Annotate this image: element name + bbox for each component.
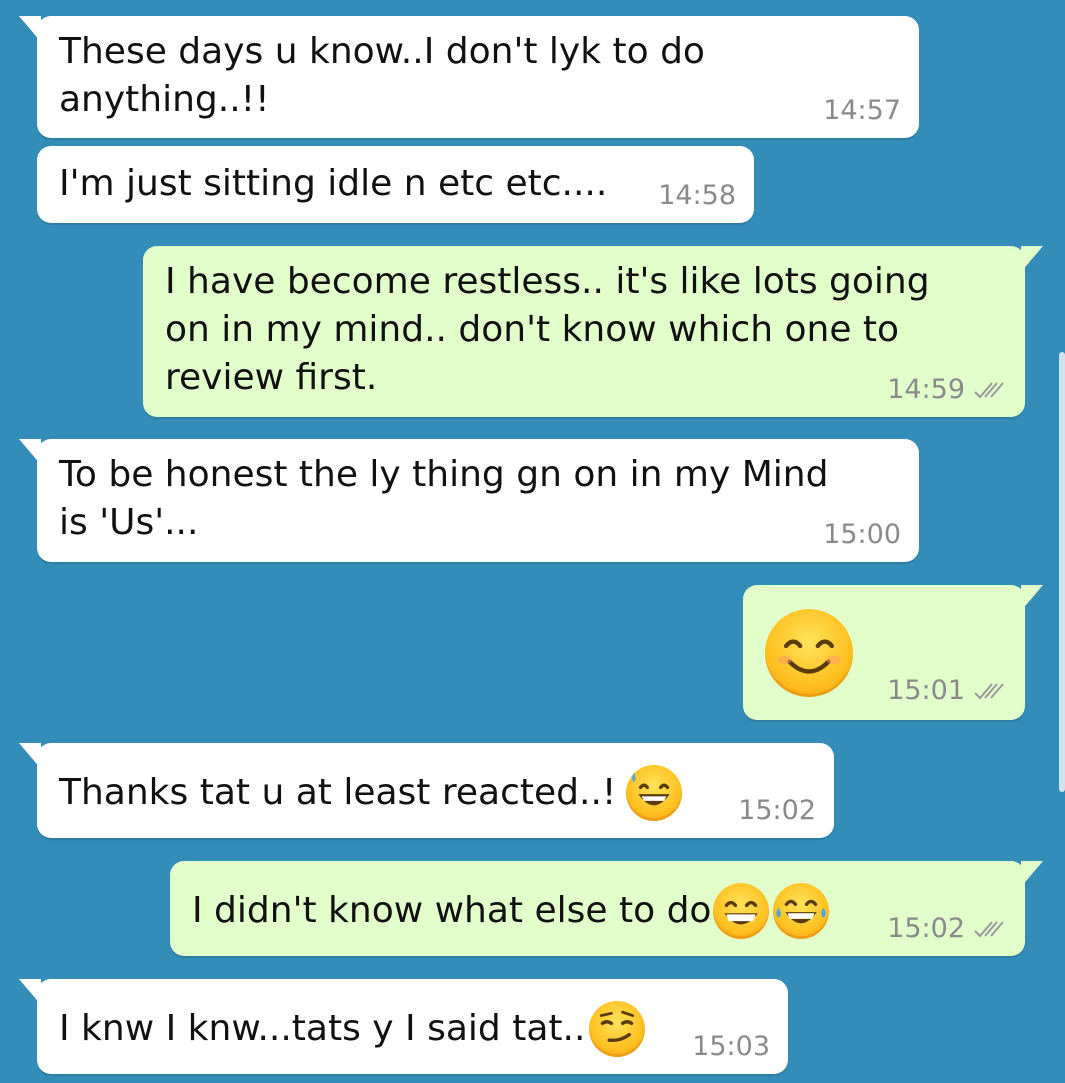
double-check-icon — [974, 682, 1004, 699]
message-text: Thanks tat u at least reacted..! — [59, 765, 683, 821]
message-text: I'm just sitting idle n etc etc.... — [59, 163, 608, 204]
message-timestamp: 15:02 — [738, 795, 816, 826]
message-timestamp: 14:58 — [658, 180, 736, 211]
message-timestamp: 15:01 — [887, 675, 1007, 706]
double-check-icon — [974, 381, 1004, 398]
message-text: I have become restless.. it's like lots … — [165, 261, 930, 398]
message-bubble-outgoing[interactable]: I have become restless.. it's like lots … — [143, 246, 1043, 417]
message-timestamp: 15:02 — [887, 913, 1007, 944]
message-text: To be honest the ly thing gn on in my Mi… — [59, 454, 829, 543]
message-timestamp: 15:00 — [823, 519, 901, 550]
message-bubble-outgoing[interactable]: 15:01 — [743, 585, 1043, 720]
message-bubble-incoming[interactable]: I knw I knw...tats y I said tat.. 15:03 — [19, 979, 788, 1074]
message-text: I didn't know what else to do — [192, 883, 830, 939]
scrollbar[interactable] — [1059, 352, 1065, 792]
message-text: I knw I knw...tats y I said tat.. — [59, 1001, 646, 1057]
message-bubble-incoming[interactable]: To be honest the ly thing gn on in my Mi… — [19, 439, 919, 562]
grinning-face-with-smiling-eyes-icon — [713, 883, 770, 939]
double-check-icon — [974, 920, 1004, 937]
message-timestamp: 14:59 — [887, 374, 1007, 405]
smirking-face-icon — [589, 1001, 646, 1057]
message-bubble-incoming[interactable]: Thanks tat u at least reacted..! 15:02 — [19, 743, 834, 838]
message-timestamp: 14:57 — [823, 95, 901, 126]
face-with-tears-of-joy-icon — [773, 883, 830, 939]
message-bubble-outgoing[interactable]: I didn't know what else to do 15:02 — [170, 861, 1043, 956]
smiling-face-with-smiling-eyes-icon — [765, 609, 853, 697]
message-bubble-incoming[interactable]: I'm just sitting idle n etc etc.... 14:5… — [37, 146, 754, 223]
grinning-face-with-sweat-icon — [626, 765, 683, 821]
message-timestamp: 15:03 — [692, 1031, 770, 1062]
message-text: These days u know..I don't lyk to do any… — [59, 31, 705, 120]
message-bubble-incoming[interactable]: These days u know..I don't lyk to do any… — [19, 16, 919, 138]
